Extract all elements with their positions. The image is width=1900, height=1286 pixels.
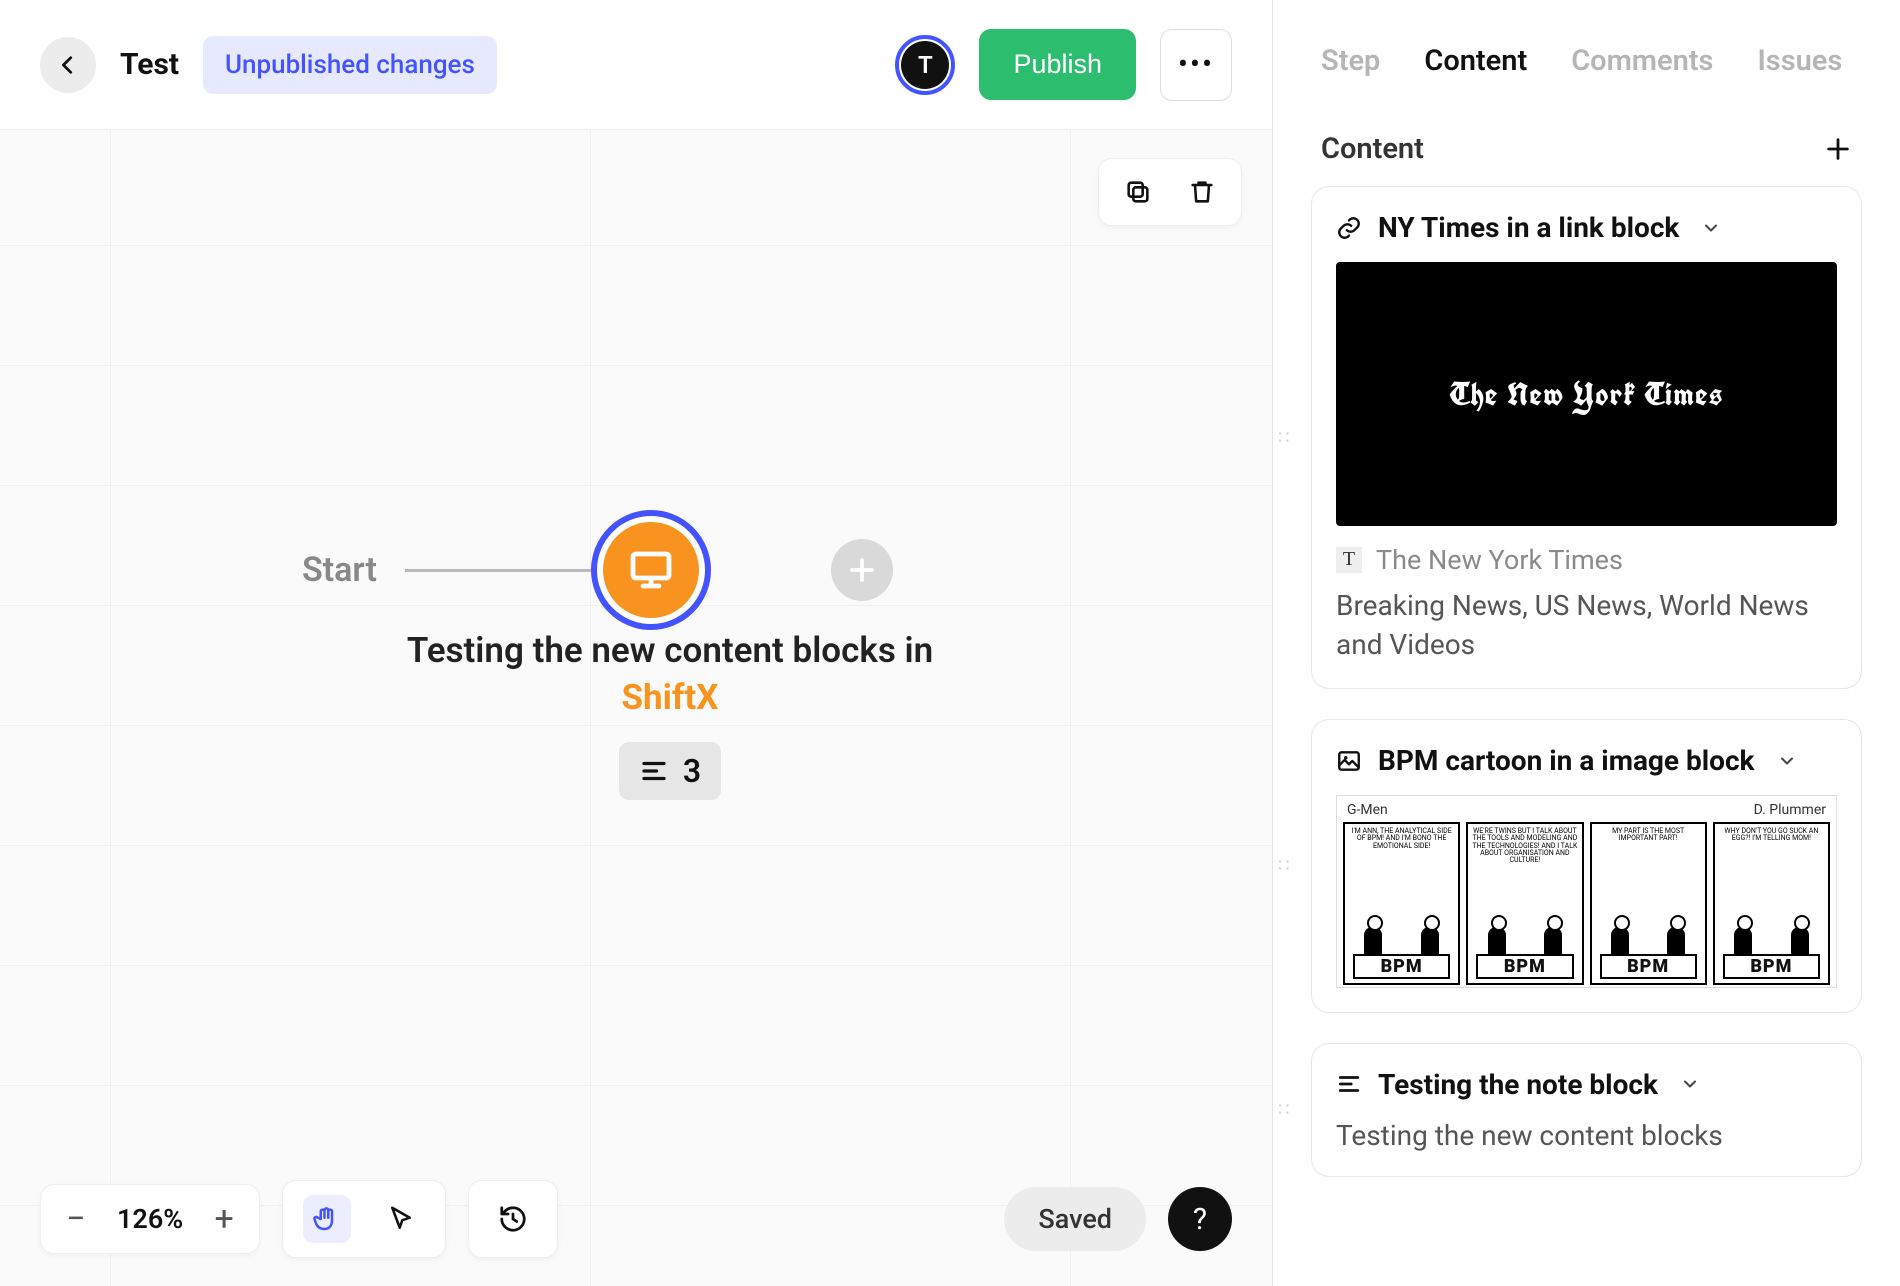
copy-icon xyxy=(1124,178,1152,206)
zoom-percent: 126% xyxy=(117,1203,183,1235)
add-content-button[interactable] xyxy=(1824,135,1852,163)
comic-panel: I'm Ann, the analytical side of BPM! And… xyxy=(1343,822,1460,985)
help-button[interactable]: ? xyxy=(1168,1187,1232,1251)
comic-panel: Why don't you go suck an egg?! I'm telli… xyxy=(1713,822,1830,985)
topbar: Test Unpublished changes T Publish ••• xyxy=(0,0,1272,130)
pan-tool-button[interactable] xyxy=(303,1195,351,1243)
drag-handle-icon[interactable]: ∷ xyxy=(1278,427,1290,448)
chevron-down-icon[interactable] xyxy=(1701,218,1721,238)
canvas-toolbar xyxy=(1098,158,1242,226)
zoom-control: − 126% + xyxy=(40,1184,260,1254)
comic-label-right: D. Plummer xyxy=(1754,802,1826,818)
canvas-tools xyxy=(282,1180,446,1258)
link-description: Breaking News, US News, World News and V… xyxy=(1336,586,1837,664)
card-title: BPM cartoon in a image block xyxy=(1378,744,1755,777)
flow-edge xyxy=(405,569,591,572)
plus-icon xyxy=(1824,135,1852,163)
dots-icon: ••• xyxy=(1178,47,1214,82)
add-node-button[interactable] xyxy=(831,539,893,601)
zoom-out-button[interactable]: − xyxy=(61,1199,91,1239)
unpublished-badge[interactable]: Unpublished changes xyxy=(203,36,497,94)
more-menu-button[interactable]: ••• xyxy=(1160,29,1232,101)
chevron-left-icon xyxy=(57,54,79,76)
link-icon xyxy=(1336,215,1362,241)
sidebar-tabs: Step Content Comments Issues xyxy=(1273,0,1900,114)
page-title: Test xyxy=(120,47,179,82)
zoom-in-button[interactable]: + xyxy=(209,1199,239,1239)
content-count-value: 3 xyxy=(683,752,701,790)
avatar[interactable]: T xyxy=(895,35,955,95)
avatar-initial: T xyxy=(901,41,949,89)
card-title: NY Times in a link block xyxy=(1378,211,1679,244)
link-preview-image: The New York Times xyxy=(1336,262,1837,526)
node-caption: Testing the new content blocks in ShiftX… xyxy=(200,630,1140,800)
node-caption-line1: Testing the new content blocks in xyxy=(200,630,1140,671)
delete-button[interactable] xyxy=(1185,175,1219,209)
publish-button[interactable]: Publish xyxy=(979,29,1136,100)
sidebar: Step Content Comments Issues Content ∷ N… xyxy=(1273,0,1900,1286)
favicon-icon: T xyxy=(1336,547,1362,573)
select-tool-button[interactable] xyxy=(377,1195,425,1243)
saved-status: Saved xyxy=(1004,1187,1146,1251)
node-caption-line2: ShiftX xyxy=(200,677,1140,718)
content-card-note[interactable]: ∷ Testing the note block Testing the new… xyxy=(1311,1043,1862,1177)
text-lines-icon xyxy=(639,756,669,786)
comic-panel: We're twins but I talk about the tools a… xyxy=(1466,822,1583,985)
drag-handle-icon[interactable]: ∷ xyxy=(1278,855,1290,876)
flow: Start xyxy=(302,510,893,630)
content-card-link[interactable]: ∷ NY Times in a link block The New York … xyxy=(1311,186,1862,689)
canvas[interactable]: Start Testing the new content blocks in … xyxy=(0,130,1272,1286)
image-preview: G-Men D. Plummer I'm Ann, the analytical… xyxy=(1336,795,1837,988)
tab-content[interactable]: Content xyxy=(1424,44,1527,78)
content-cards: ∷ NY Times in a link block The New York … xyxy=(1273,186,1900,1177)
bottombar: − 126% + Save xyxy=(40,1180,1232,1258)
chevron-down-icon[interactable] xyxy=(1680,1074,1700,1094)
content-card-image[interactable]: ∷ BPM cartoon in a image block G-Men D. … xyxy=(1311,719,1862,1013)
tab-issues[interactable]: Issues xyxy=(1757,44,1842,78)
content-count-badge[interactable]: 3 xyxy=(619,742,721,800)
sidebar-section-title: Content xyxy=(1321,132,1424,166)
sidebar-section-header: Content xyxy=(1273,114,1900,186)
chevron-down-icon[interactable] xyxy=(1777,751,1797,771)
flow-node[interactable] xyxy=(591,510,711,630)
tab-step[interactable]: Step xyxy=(1321,44,1380,78)
back-button[interactable] xyxy=(40,37,96,93)
link-meta: T The New York Times xyxy=(1336,544,1837,576)
history-button[interactable] xyxy=(489,1195,537,1243)
plus-icon xyxy=(847,555,877,585)
start-label: Start xyxy=(302,550,377,590)
cursor-icon xyxy=(386,1204,416,1234)
drag-handle-icon[interactable]: ∷ xyxy=(1278,1099,1290,1120)
link-site-name: The New York Times xyxy=(1376,544,1623,576)
card-title: Testing the note block xyxy=(1378,1068,1658,1101)
comic-label-left: G-Men xyxy=(1347,802,1388,818)
duplicate-button[interactable] xyxy=(1121,175,1155,209)
tab-comments[interactable]: Comments xyxy=(1571,44,1713,78)
note-icon xyxy=(1336,1071,1362,1097)
comic-panel: My part is the most important part! BPM xyxy=(1590,822,1707,985)
trash-icon xyxy=(1188,178,1216,206)
history-box xyxy=(468,1180,558,1258)
note-body: Testing the new content blocks xyxy=(1336,1119,1837,1152)
history-icon xyxy=(498,1204,528,1234)
monitor-icon xyxy=(627,546,675,594)
image-icon xyxy=(1336,748,1362,774)
hand-icon xyxy=(312,1204,342,1234)
